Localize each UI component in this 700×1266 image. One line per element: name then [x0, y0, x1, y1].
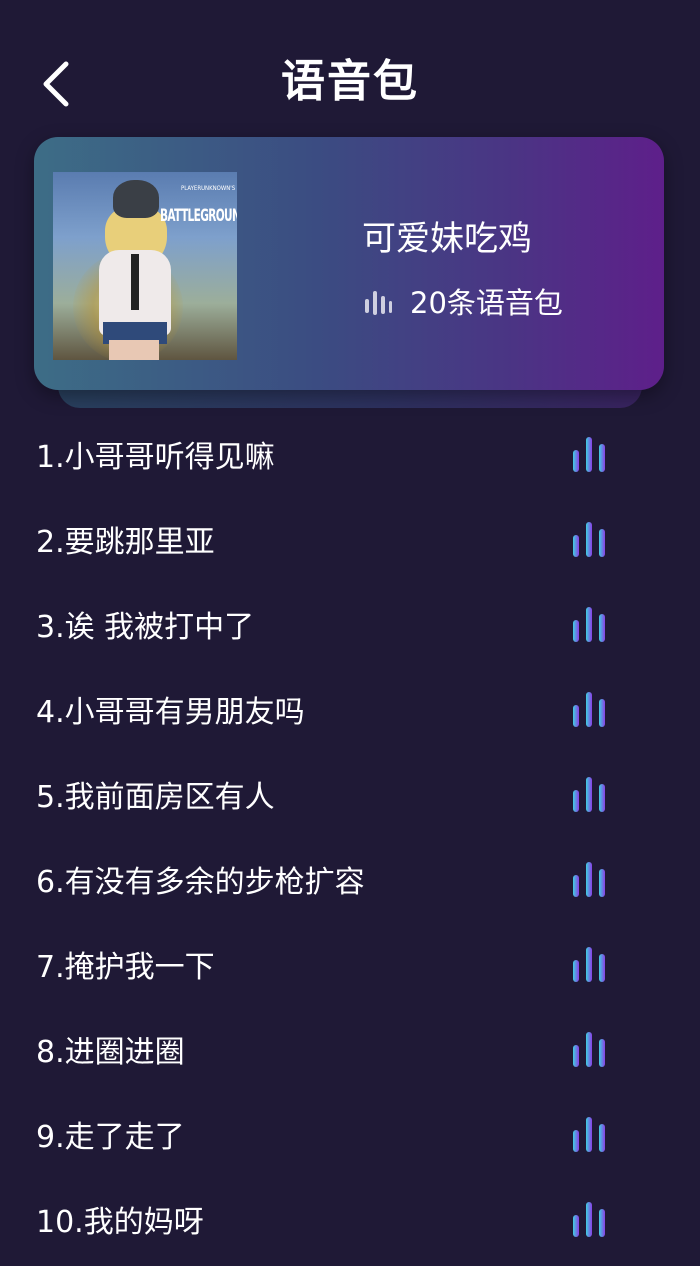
sound-wave-icon[interactable]	[570, 1199, 614, 1243]
voice-item[interactable]: 3.诶 我被打中了	[0, 586, 700, 671]
voice-item[interactable]: 9.走了走了	[0, 1096, 700, 1181]
sound-wave-icon[interactable]	[570, 1114, 614, 1158]
voice-item[interactable]: 1.小哥哥听得见嘛	[0, 416, 700, 501]
sound-wave-icon[interactable]	[570, 519, 614, 563]
sound-wave-icon[interactable]	[570, 1029, 614, 1073]
voice-item-label: 8.进圈进圈	[36, 1035, 185, 1070]
voice-item[interactable]: 5.我前面房区有人	[0, 756, 700, 841]
voice-item-label: 5.我前面房区有人	[36, 780, 275, 815]
voice-item[interactable]: 2.要跳那里亚	[0, 501, 700, 586]
pack-cover-image: PLAYERUNKNOWN'S BATTLEGROUNDS	[53, 172, 237, 360]
sound-wave-icon[interactable]	[570, 859, 614, 903]
voice-item[interactable]: 4.小哥哥有男朋友吗	[0, 671, 700, 756]
voice-item-label: 2.要跳那里亚	[36, 525, 215, 560]
cover-logo: BATTLEGROUNDS	[160, 206, 237, 226]
voice-item-label: 9.走了走了	[36, 1120, 185, 1155]
pack-count: 20条语音包	[410, 286, 563, 320]
voice-item[interactable]: 10.我的妈呀	[0, 1181, 700, 1266]
voice-pack-card: PLAYERUNKNOWN'S BATTLEGROUNDS 可爱妹吃鸡 20条语…	[34, 137, 664, 390]
sound-bars-icon	[365, 291, 392, 315]
voice-list: 1.小哥哥听得见嘛 2.要跳那里亚 3.诶 我被打中了 4.小哥哥有男朋友吗 5…	[0, 416, 700, 1266]
page-title: 语音包	[281, 56, 419, 107]
sound-wave-icon[interactable]	[570, 604, 614, 648]
voice-item[interactable]: 7.掩护我一下	[0, 926, 700, 1011]
voice-item-label: 10.我的妈呀	[36, 1205, 204, 1240]
cover-logo-small: PLAYERUNKNOWN'S	[181, 185, 236, 192]
sound-wave-icon[interactable]	[570, 689, 614, 733]
sound-wave-icon[interactable]	[570, 774, 614, 818]
voice-item[interactable]: 6.有没有多余的步枪扩容	[0, 841, 700, 926]
pack-name: 可爱妹吃鸡	[362, 219, 532, 259]
pack-meta: 20条语音包	[362, 283, 563, 323]
sound-wave-icon[interactable]	[570, 434, 614, 478]
voice-item-label: 3.诶 我被打中了	[36, 610, 255, 645]
voice-item[interactable]: 8.进圈进圈	[0, 1011, 700, 1096]
voice-item-label: 4.小哥哥有男朋友吗	[36, 695, 305, 730]
voice-item-label: 7.掩护我一下	[36, 950, 215, 985]
voice-item-label: 1.小哥哥听得见嘛	[36, 440, 275, 475]
voice-item-label: 6.有没有多余的步枪扩容	[36, 865, 365, 900]
sound-wave-icon[interactable]	[570, 944, 614, 988]
